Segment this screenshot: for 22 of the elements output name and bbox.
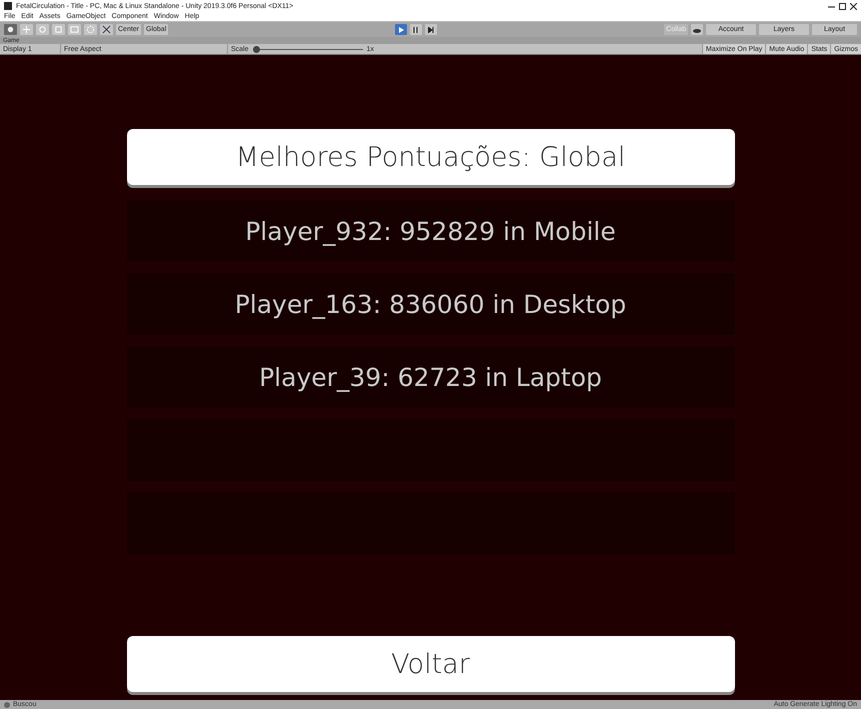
scale-icon (54, 25, 63, 34)
maximize-icon[interactable] (839, 2, 846, 10)
score-row: Player_932: 952829 in Mobile (126, 200, 734, 262)
pause-button[interactable] (410, 24, 422, 35)
score-row: Player_39: 62723 in Laptop (126, 346, 734, 408)
step-button[interactable] (425, 24, 438, 35)
move-icon (22, 25, 31, 34)
scale-slider-thumb[interactable] (252, 46, 260, 52)
info-icon (4, 702, 10, 708)
rotate-icon (38, 25, 47, 34)
rect-tool-icon (70, 25, 79, 34)
transform-icon (86, 25, 95, 34)
back-button[interactable]: Voltar (126, 636, 734, 692)
step-icon (428, 26, 434, 32)
play-button[interactable] (395, 24, 408, 35)
play-icon (398, 26, 404, 32)
close-icon[interactable] (850, 2, 857, 10)
cloud-icon (693, 26, 702, 32)
cloud-button[interactable] (691, 24, 704, 35)
leaderboard-header: Melhores Pontuações: Global (126, 129, 734, 185)
score-row: Player_163: 836060 in Desktop (126, 273, 734, 335)
pause-icon (413, 26, 420, 32)
